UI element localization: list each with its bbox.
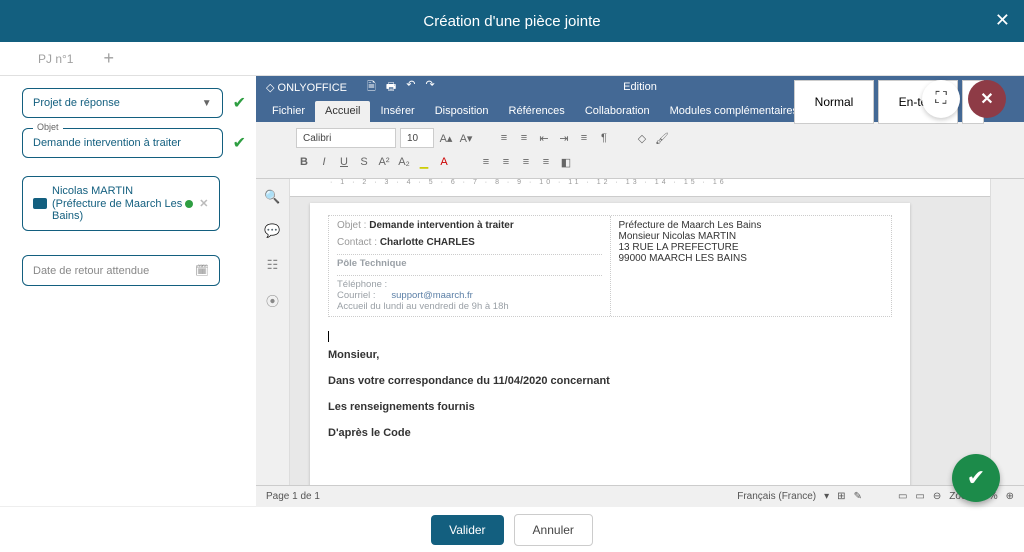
search-icon[interactable]: 🔍 xyxy=(264,189,280,205)
left-tool-strip: 🔍 💬 ☷ ⦿ xyxy=(256,179,290,485)
horizontal-ruler: · 1 · 2 · 3 · 4 · 5 · 6 · 7 · 8 · 9 · 10… xyxy=(290,179,990,197)
return-date-placeholder: Date de retour attendue xyxy=(33,265,149,277)
bullets-icon[interactable]: ≡ xyxy=(496,130,512,146)
attachment-type-select[interactable]: Projet de réponse ▼ xyxy=(22,88,223,118)
numbering-icon[interactable]: ≡ xyxy=(516,130,532,146)
fit-width-icon[interactable]: ▭ xyxy=(915,491,924,502)
recipient-name: Nicolas MARTIN xyxy=(33,185,209,197)
italic-icon[interactable]: I xyxy=(316,154,332,170)
font-name-select[interactable]: Calibri xyxy=(296,128,396,148)
superscript-icon[interactable]: A² xyxy=(376,154,392,170)
tab-pj1[interactable]: PJ n°1 xyxy=(20,52,91,66)
zoom-out-icon[interactable]: ⊖ xyxy=(933,491,941,502)
modal-header: Création d'une pièce jointe ✕ xyxy=(0,0,1024,42)
undo-icon[interactable]: ↶ xyxy=(406,78,415,97)
object-field[interactable]: Objet Demande intervention à traiter xyxy=(22,128,223,158)
align-left-icon[interactable]: ≡ xyxy=(478,154,494,170)
status-dot-icon xyxy=(185,200,193,208)
headings-icon[interactable]: ☷ xyxy=(267,257,279,273)
indent-icon[interactable]: ⇥ xyxy=(556,130,572,146)
attachment-type-value: Projet de réponse xyxy=(33,97,120,109)
chevron-down-icon: ▼ xyxy=(202,98,212,109)
object-value: Demande intervention à traiter xyxy=(33,137,181,149)
spellcheck-icon[interactable]: ⊞ xyxy=(837,491,845,502)
contact-icon xyxy=(33,198,47,209)
editor-doc-title: Edition xyxy=(623,81,657,93)
calendar-icon: 🗓 xyxy=(195,264,209,277)
editor-close-button[interactable]: ✕ xyxy=(968,80,1006,118)
increase-font-icon[interactable]: A▴ xyxy=(438,130,454,146)
confirm-fab[interactable]: ✔ xyxy=(952,454,1000,502)
menu-accueil[interactable]: Accueil xyxy=(315,101,370,122)
modal-footer: Valider Annuler xyxy=(0,506,1024,552)
page-indicator: Page 1 de 1 xyxy=(266,491,320,502)
paragraph-icon[interactable]: ¶ xyxy=(596,130,612,146)
trackchanges-icon[interactable]: ✎ xyxy=(854,491,862,502)
redo-icon[interactable]: ↷ xyxy=(425,78,434,97)
editor-brand: ◇ ONLYOFFICE xyxy=(266,81,347,94)
align-right-icon[interactable]: ≡ xyxy=(518,154,534,170)
font-color-icon[interactable]: A xyxy=(436,154,452,170)
return-date-field[interactable]: Date de retour attendue 🗓 xyxy=(22,255,220,286)
check-icon: ✔ xyxy=(233,133,246,153)
modal-close-icon[interactable]: ✕ xyxy=(995,10,1010,31)
menu-references[interactable]: Références xyxy=(499,101,575,122)
menu-disposition[interactable]: Disposition xyxy=(425,101,499,122)
align-center-icon[interactable]: ≡ xyxy=(498,154,514,170)
remove-recipient-icon[interactable]: ✕ xyxy=(199,197,208,210)
decrease-font-icon[interactable]: A▾ xyxy=(458,130,474,146)
form-panel: Projet de réponse ▼ ✔ Objet Demande inte… xyxy=(0,76,256,506)
outdent-icon[interactable]: ⇤ xyxy=(536,130,552,146)
style-normal[interactable]: Normal xyxy=(794,80,874,124)
feedback-icon[interactable]: ⦿ xyxy=(266,291,279,310)
language-select[interactable]: Français (France) xyxy=(737,491,816,502)
font-size-select[interactable]: 10 xyxy=(400,128,434,148)
editor-toolbar: Calibri 10 A▴ A▾ ≡ ≡ ⇤ ⇥ ≡ ¶ ◇ 🖌 Normal … xyxy=(256,122,1024,179)
menu-fichier[interactable]: Fichier xyxy=(262,101,315,122)
save-icon[interactable]: 🗎 xyxy=(367,78,376,97)
recipient-card[interactable]: Nicolas MARTIN (Préfecture de Maarch Les… xyxy=(22,176,220,231)
fit-page-icon[interactable]: ▭ xyxy=(898,491,907,502)
editor-status-bar: Page 1 de 1 Français (France)▾ ⊞ ✎ ▭ ▭ ⊖… xyxy=(256,485,1024,507)
check-icon: ✔ xyxy=(233,93,246,113)
validate-button[interactable]: Valider xyxy=(431,515,503,545)
bold-icon[interactable]: B xyxy=(296,154,312,170)
align-justify-icon[interactable]: ≡ xyxy=(538,154,554,170)
recipient-org-2: Bains) xyxy=(33,210,209,222)
subscript-icon[interactable]: A₂ xyxy=(396,154,412,170)
highlight-icon[interactable]: ▁ xyxy=(416,154,432,170)
underline-icon[interactable]: U xyxy=(336,154,352,170)
shading-icon[interactable]: ◧ xyxy=(558,154,574,170)
menu-modules[interactable]: Modules complémentaires xyxy=(660,101,808,122)
right-tool-strip xyxy=(990,179,1024,485)
strike-icon[interactable]: S xyxy=(356,154,372,170)
zoom-in-icon[interactable]: ⊕ xyxy=(1006,491,1014,502)
comments-icon[interactable]: 💬 xyxy=(264,223,280,239)
menu-inserer[interactable]: Insérer xyxy=(370,101,424,122)
linespacing-icon[interactable]: ≡ xyxy=(576,130,592,146)
document-page[interactable]: Objet : Demande intervention à traiter C… xyxy=(310,203,910,485)
menu-collaboration[interactable]: Collaboration xyxy=(575,101,660,122)
eraser-icon[interactable]: ◇ xyxy=(634,130,650,146)
object-label: Objet xyxy=(33,122,63,132)
cancel-button[interactable]: Annuler xyxy=(514,514,593,546)
fullscreen-button[interactable]: ⛶ xyxy=(922,80,960,118)
modal-title: Création d'une pièce jointe xyxy=(423,13,600,30)
page-canvas[interactable]: Objet : Demande intervention à traiter C… xyxy=(290,197,990,485)
tab-add-button[interactable]: + xyxy=(91,48,126,69)
recipient-org-1: (Préfecture de Maarch Les xyxy=(52,198,182,210)
attachment-tabs: PJ n°1 + xyxy=(0,42,1024,76)
document-editor: ◇ ONLYOFFICE 🗎 🖶 ↶ ↷ Edition Fichier Acc… xyxy=(256,76,1024,506)
print-icon[interactable]: 🖶 xyxy=(386,78,396,97)
format-painter-icon[interactable]: 🖌 xyxy=(654,130,670,146)
